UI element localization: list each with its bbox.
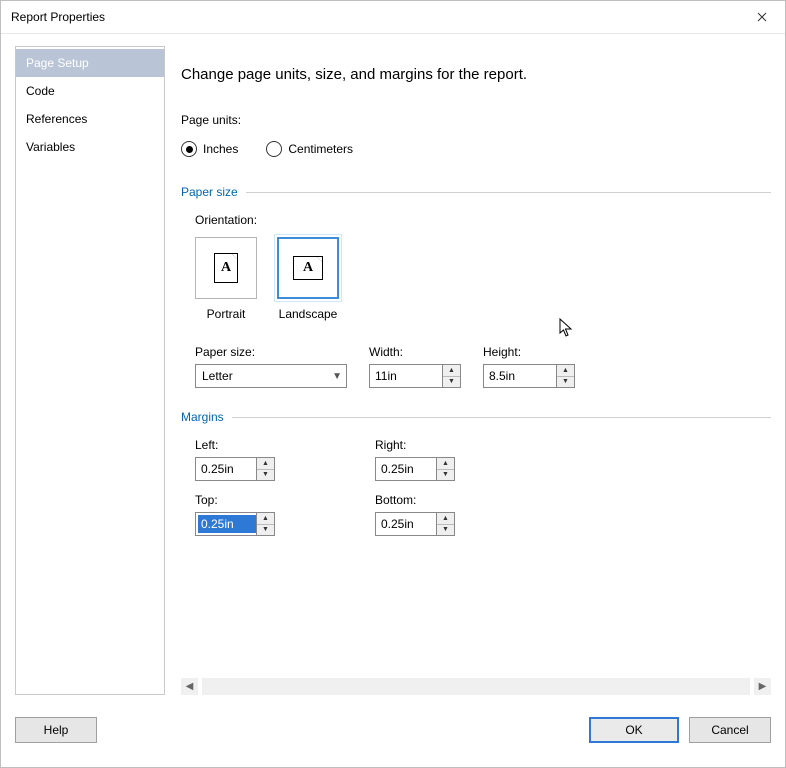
width-spinner-buttons: ▲ ▼ (442, 365, 460, 387)
landscape-page-icon: A (293, 256, 323, 280)
dialog-footer: Help OK Cancel (15, 695, 771, 753)
main-area: Page Setup Code References Variables Cha… (15, 46, 771, 695)
scroll-left-icon[interactable]: ◀ (181, 678, 198, 695)
cancel-button[interactable]: Cancel (689, 717, 771, 743)
width-value: 11in (370, 365, 442, 387)
width-field: Width: 11in ▲ ▼ (369, 345, 461, 388)
margin-right-field: Right: 0.25in ▲ ▼ (375, 438, 555, 481)
margin-left-down[interactable]: ▼ (257, 470, 274, 481)
height-value: 8.5in (484, 365, 556, 387)
radio-centimeters-indicator (266, 141, 282, 157)
ok-button[interactable]: OK (589, 717, 679, 743)
margin-right-spinner[interactable]: 0.25in ▲ ▼ (375, 457, 455, 481)
paper-size-field: Paper size: Letter ▼ (195, 345, 347, 388)
scroll-track[interactable] (202, 678, 750, 695)
margin-top-value: 0.25in (198, 515, 256, 533)
height-label: Height: (483, 345, 575, 359)
landscape-box: A (277, 237, 339, 299)
margin-right-up[interactable]: ▲ (437, 458, 454, 470)
margin-top-down[interactable]: ▼ (257, 525, 274, 536)
content-inner: Change page units, size, and margins for… (181, 46, 771, 652)
margin-top-field: Top: 0.25in ▲ ▼ (195, 493, 375, 536)
height-spinner[interactable]: 8.5in ▲ ▼ (483, 364, 575, 388)
portrait-label: Portrait (207, 307, 246, 321)
close-button[interactable] (739, 1, 785, 33)
portrait-page-icon: A (214, 253, 238, 283)
margin-top-label: Top: (195, 493, 375, 507)
height-field: Height: 8.5in ▲ ▼ (483, 345, 575, 388)
margin-right-down[interactable]: ▼ (437, 470, 454, 481)
paper-size-label: Paper size: (195, 345, 347, 359)
margin-right-value: 0.25in (376, 458, 436, 480)
orientation-portrait[interactable]: A Portrait (195, 237, 257, 321)
paper-size-group-title: Paper size (181, 185, 238, 199)
paper-size-value: Letter (202, 369, 233, 383)
divider (246, 192, 771, 193)
margins-group-header: Margins (181, 410, 771, 424)
height-up[interactable]: ▲ (557, 365, 574, 377)
radio-centimeters[interactable]: Centimeters (266, 141, 353, 157)
margins-grid: Left: 0.25in ▲ ▼ Right: (195, 438, 771, 536)
horizontal-scrollbar[interactable]: ◀ ▶ (181, 678, 771, 695)
footer-right: OK Cancel (589, 717, 771, 743)
page-heading: Change page units, size, and margins for… (181, 66, 771, 83)
margin-bottom-spinner[interactable]: 0.25in ▲ ▼ (375, 512, 455, 536)
margin-top-spinner[interactable]: 0.25in ▲ ▼ (195, 512, 275, 536)
window-title: Report Properties (11, 10, 105, 24)
sidebar-item-code[interactable]: Code (16, 77, 164, 105)
report-properties-dialog: Report Properties Page Setup Code Refere… (0, 0, 786, 768)
sidebar-item-variables[interactable]: Variables (16, 133, 164, 161)
margin-left-spinner[interactable]: 0.25in ▲ ▼ (195, 457, 275, 481)
orientation-options: A Portrait A (195, 237, 771, 321)
margin-left-field: Left: 0.25in ▲ ▼ (195, 438, 375, 481)
portrait-box: A (195, 237, 257, 299)
width-spinner[interactable]: 11in ▲ ▼ (369, 364, 461, 388)
width-down[interactable]: ▼ (443, 377, 460, 388)
help-button[interactable]: Help (15, 717, 97, 743)
orientation-label: Orientation: (195, 213, 771, 227)
sidebar-item-page-setup[interactable]: Page Setup (16, 49, 164, 77)
orientation-landscape[interactable]: A Landscape (277, 237, 339, 321)
radio-inches-indicator (181, 141, 197, 157)
radio-inches-label: Inches (203, 142, 238, 156)
paper-size-group-header: Paper size (181, 185, 771, 199)
margin-left-up[interactable]: ▲ (257, 458, 274, 470)
titlebar: Report Properties (1, 1, 785, 34)
chevron-down-icon: ▼ (332, 371, 342, 382)
sidebar: Page Setup Code References Variables (15, 46, 165, 695)
page-units-radios: Inches Centimeters (181, 141, 771, 157)
radio-inches[interactable]: Inches (181, 141, 238, 157)
margins-group-title: Margins (181, 410, 224, 424)
margin-bottom-down[interactable]: ▼ (437, 525, 454, 536)
margin-bottom-field: Bottom: 0.25in ▲ ▼ (375, 493, 555, 536)
margin-left-label: Left: (195, 438, 375, 452)
close-icon (757, 12, 767, 22)
margin-top-up[interactable]: ▲ (257, 513, 274, 525)
margin-bottom-up[interactable]: ▲ (437, 513, 454, 525)
content-pane: Change page units, size, and margins for… (181, 46, 771, 695)
page-units-label: Page units: (181, 113, 771, 127)
height-down[interactable]: ▼ (557, 377, 574, 388)
margin-bottom-label: Bottom: (375, 493, 555, 507)
margin-right-label: Right: (375, 438, 555, 452)
height-spinner-buttons: ▲ ▼ (556, 365, 574, 387)
paper-size-row: Paper size: Letter ▼ Width: 11in (195, 345, 771, 388)
dialog-body: Page Setup Code References Variables Cha… (1, 34, 785, 767)
radio-centimeters-label: Centimeters (288, 142, 353, 156)
paper-size-select[interactable]: Letter ▼ (195, 364, 347, 388)
scroll-right-icon[interactable]: ▶ (754, 678, 771, 695)
width-label: Width: (369, 345, 461, 359)
width-up[interactable]: ▲ (443, 365, 460, 377)
divider (232, 417, 771, 418)
landscape-label: Landscape (279, 307, 338, 321)
margin-left-value: 0.25in (196, 458, 256, 480)
margin-bottom-value: 0.25in (376, 513, 436, 535)
sidebar-item-references[interactable]: References (16, 105, 164, 133)
